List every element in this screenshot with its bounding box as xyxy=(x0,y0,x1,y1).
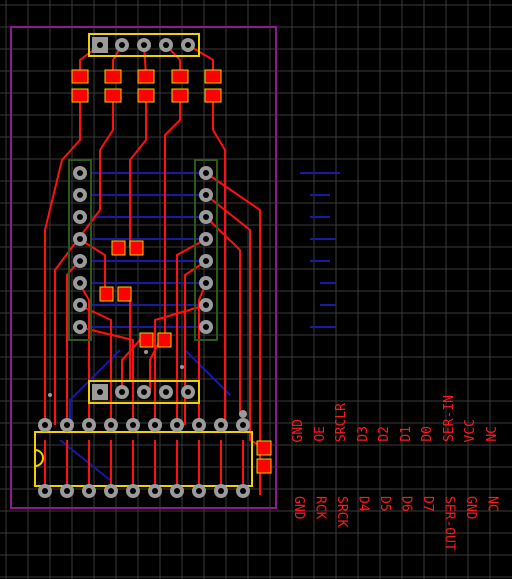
smd-capacitor-1[interactable] xyxy=(111,240,144,256)
pin-label-bottom: D4 xyxy=(355,496,371,512)
pin-hole xyxy=(203,236,209,242)
pcb-canvas[interactable] xyxy=(0,0,512,579)
pin-hole xyxy=(64,422,70,428)
pin-label-top: D2 xyxy=(377,426,392,442)
pin-hole xyxy=(77,280,83,286)
pin-label-top: SRCLR xyxy=(334,403,349,443)
pin-hole xyxy=(77,214,83,220)
pin-label-bottom: RCK xyxy=(312,496,328,520)
pin-label-top: D3 xyxy=(355,426,371,442)
pin-hole xyxy=(196,488,202,494)
pin-hole xyxy=(108,488,114,494)
pin-hole xyxy=(152,488,158,494)
pin-hole xyxy=(240,488,246,494)
pin-hole xyxy=(77,324,83,330)
pin-label-bottom: GND xyxy=(291,496,306,520)
pin-hole xyxy=(174,488,180,494)
pin-hole xyxy=(174,422,180,428)
pin-label-bottom: NC xyxy=(484,496,500,512)
pin-hole xyxy=(130,422,136,428)
pin-hole xyxy=(77,302,83,308)
pin-hole xyxy=(203,258,209,264)
pin-hole xyxy=(203,214,209,220)
pin-hole xyxy=(86,488,92,494)
pin-hole xyxy=(203,302,209,308)
pin-hole xyxy=(203,170,209,176)
pin-hole xyxy=(86,422,92,428)
pin-hole xyxy=(203,280,209,286)
pin-hole xyxy=(203,324,209,330)
pin-hole xyxy=(77,236,83,242)
pin-label-bottom: D6 xyxy=(398,496,414,512)
pin-hole xyxy=(152,422,158,428)
pin-hole xyxy=(77,170,83,176)
pin-hole xyxy=(218,422,224,428)
pin-hole xyxy=(108,422,114,428)
pin-label-bottom: SRCK xyxy=(334,496,349,528)
vias xyxy=(48,350,247,418)
pin-label-top: D0 xyxy=(420,426,435,442)
grid-lines xyxy=(0,0,512,579)
pin-hole xyxy=(218,488,224,494)
pin-hole xyxy=(196,422,202,428)
pin-label-top: OE xyxy=(312,426,328,442)
pin-hole xyxy=(42,422,48,428)
pin-label-bottom: GND xyxy=(463,496,478,520)
pin-hole xyxy=(64,488,70,494)
pin-hole xyxy=(77,258,83,264)
pin-label-bottom: D7 xyxy=(420,496,435,512)
pin-hole xyxy=(77,192,83,198)
pin-label-top: NC xyxy=(484,426,500,442)
pin-hole xyxy=(240,422,246,428)
pin-hole xyxy=(130,488,136,494)
pin-label-top: VCC xyxy=(463,419,478,443)
pin-label-top: D1 xyxy=(398,426,414,442)
pin-label-top: GND xyxy=(291,419,306,443)
pin-label-bottom: D5 xyxy=(377,496,392,512)
pin-hole xyxy=(42,488,48,494)
pin-hole xyxy=(203,192,209,198)
pin-label-top: SER-IN xyxy=(441,395,457,442)
pin-label-bottom: SER-OUT xyxy=(441,496,457,551)
